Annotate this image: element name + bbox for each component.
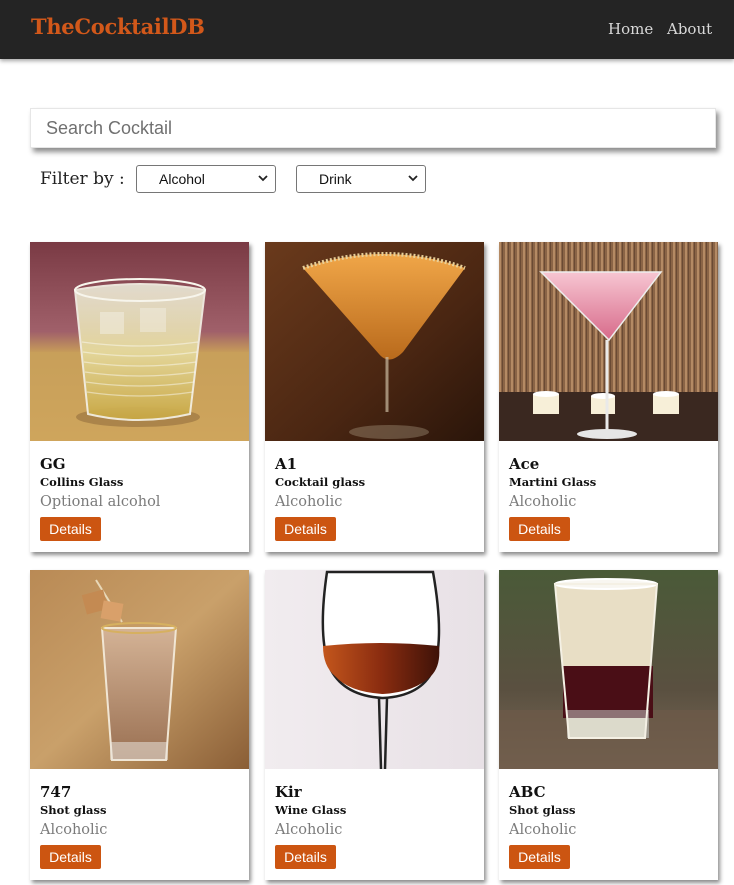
nav-home-link[interactable]: Home: [608, 20, 653, 38]
cocktail-card: Ace Martini Glass Alcoholic Details: [499, 242, 718, 552]
cocktail-image: [499, 570, 718, 769]
cocktail-card: Kir Wine Glass Alcoholic Details: [265, 570, 484, 880]
search-input[interactable]: [31, 109, 715, 147]
alcohol-filter-value: Alcohol: [159, 171, 205, 187]
cocktail-alcoholic: Optional alcohol: [40, 494, 161, 510]
cocktail-glass: Wine Glass: [275, 803, 347, 817]
cocktail-image: [265, 242, 484, 441]
details-button[interactable]: Details: [509, 517, 570, 541]
brand-logo[interactable]: TheCocktailDB: [31, 14, 205, 39]
drink-type-value: Drink: [319, 171, 352, 187]
nav-about-link[interactable]: About: [667, 20, 712, 38]
navbar: TheCocktailDB Home About: [0, 0, 734, 59]
chevron-down-icon: [408, 175, 418, 182]
cocktail-card: GG Collins Glass Optional alcohol Detail…: [30, 242, 249, 552]
cocktail-name: 747: [40, 783, 72, 801]
cocktail-glass: Shot glass: [509, 803, 576, 817]
cocktail-glass: Cocktail glass: [275, 475, 366, 489]
details-button[interactable]: Details: [275, 517, 336, 541]
cocktail-name: A1: [275, 455, 298, 473]
cocktail-name: GG: [40, 455, 66, 473]
cocktail-card: ABC Shot glass Alcoholic Details: [499, 570, 718, 880]
cocktail-glass: Martini Glass: [509, 475, 597, 489]
cocktail-alcoholic: Alcoholic: [40, 822, 108, 838]
details-button[interactable]: Details: [40, 845, 101, 869]
cocktail-card: 747 Shot glass Alcoholic Details: [30, 570, 249, 880]
alcohol-filter-select[interactable]: Alcohol: [136, 165, 276, 193]
cocktail-glass: Shot glass: [40, 803, 107, 817]
cocktail-image: [499, 242, 718, 441]
details-button[interactable]: Details: [275, 845, 336, 869]
cocktail-image: [265, 570, 484, 769]
cocktail-alcoholic: Alcoholic: [275, 822, 343, 838]
chevron-down-icon: [258, 175, 268, 182]
filter-label: Filter by :: [40, 169, 125, 189]
cocktail-name: Kir: [275, 783, 302, 801]
cocktail-card: A1 Cocktail glass Alcoholic Details: [265, 242, 484, 552]
cocktail-image: [30, 570, 249, 769]
cocktail-alcoholic: Alcoholic: [509, 494, 577, 510]
cocktail-glass: Collins Glass: [40, 475, 124, 489]
details-button[interactable]: Details: [40, 517, 101, 541]
cocktail-name: Ace: [509, 455, 540, 473]
cocktail-alcoholic: Alcoholic: [275, 494, 343, 510]
cocktail-name: ABC: [509, 783, 546, 801]
cocktail-alcoholic: Alcoholic: [509, 822, 577, 838]
cocktail-image: [30, 242, 249, 441]
details-button[interactable]: Details: [509, 845, 570, 869]
drink-type-select[interactable]: Drink: [296, 165, 426, 193]
search-box: [30, 108, 716, 148]
